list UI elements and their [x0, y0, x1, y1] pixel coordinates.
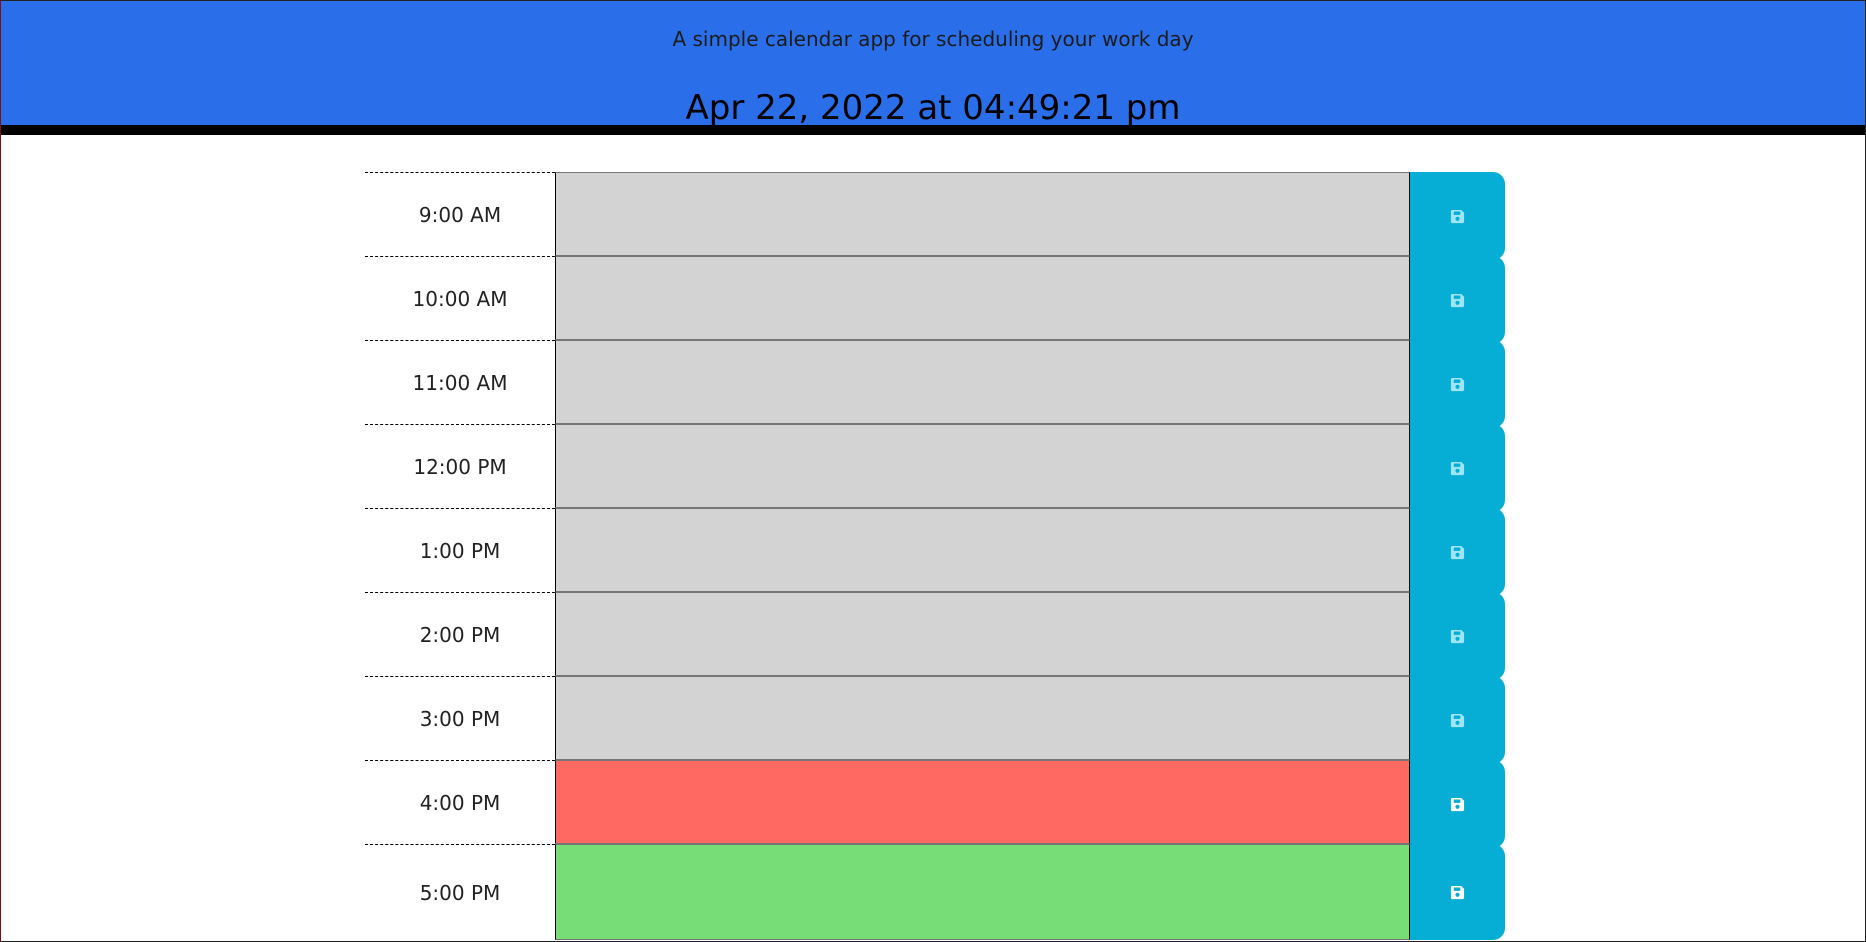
hour-label: 9:00 AM — [365, 172, 555, 256]
hour-label: 4:00 PM — [365, 760, 555, 844]
event-description-input[interactable] — [555, 256, 1410, 340]
floppy-disk-icon — [1450, 461, 1465, 475]
save-button[interactable] — [1410, 760, 1505, 848]
hour-label: 5:00 PM — [365, 844, 555, 940]
floppy-disk-icon — [1450, 209, 1465, 223]
event-description-input[interactable] — [555, 676, 1410, 760]
header: A simple calendar app for scheduling you… — [1, 1, 1865, 135]
time-block-row: 4:00 PM — [365, 760, 1505, 848]
hour-label: 2:00 PM — [365, 592, 555, 676]
app-subtitle: A simple calendar app for scheduling you… — [672, 27, 1194, 51]
time-block-list: 9:00 AM 10:00 AM 11:00 AM 12:00 PM 1:00 PM 2:… — [365, 172, 1505, 940]
event-description-input[interactable] — [555, 592, 1410, 676]
time-block-row: 3:00 PM — [365, 676, 1505, 764]
save-button[interactable] — [1410, 844, 1505, 940]
hour-label: 12:00 PM — [365, 424, 555, 508]
event-description-input[interactable] — [555, 172, 1410, 256]
time-block-row: 5:00 PM — [365, 844, 1505, 940]
hour-label: 11:00 AM — [365, 340, 555, 424]
save-button[interactable] — [1410, 340, 1505, 428]
floppy-disk-icon — [1450, 629, 1465, 643]
hour-label: 10:00 AM — [365, 256, 555, 340]
event-description-input[interactable] — [555, 760, 1410, 844]
current-datetime: Apr 22, 2022 at 04:49:21 pm — [685, 88, 1181, 128]
floppy-disk-icon — [1450, 885, 1465, 899]
time-block-row: 9:00 AM — [365, 172, 1505, 260]
event-description-input[interactable] — [555, 844, 1410, 940]
save-button[interactable] — [1410, 508, 1505, 596]
event-description-input[interactable] — [555, 424, 1410, 508]
floppy-disk-icon — [1450, 713, 1465, 727]
save-button[interactable] — [1410, 424, 1505, 512]
floppy-disk-icon — [1450, 797, 1465, 811]
floppy-disk-icon — [1450, 293, 1465, 307]
hour-label: 3:00 PM — [365, 676, 555, 760]
floppy-disk-icon — [1450, 377, 1465, 391]
time-block-row: 11:00 AM — [365, 340, 1505, 428]
floppy-disk-icon — [1450, 545, 1465, 559]
event-description-input[interactable] — [555, 340, 1410, 424]
app-window: A simple calendar app for scheduling you… — [0, 0, 1866, 942]
time-block-row: 10:00 AM — [365, 256, 1505, 344]
hour-label: 1:00 PM — [365, 508, 555, 592]
event-description-input[interactable] — [555, 508, 1410, 592]
save-button[interactable] — [1410, 172, 1505, 260]
save-button[interactable] — [1410, 676, 1505, 764]
time-block-row: 2:00 PM — [365, 592, 1505, 680]
time-block-row: 12:00 PM — [365, 424, 1505, 512]
time-block-row: 1:00 PM — [365, 508, 1505, 596]
save-button[interactable] — [1410, 256, 1505, 344]
save-button[interactable] — [1410, 592, 1505, 680]
